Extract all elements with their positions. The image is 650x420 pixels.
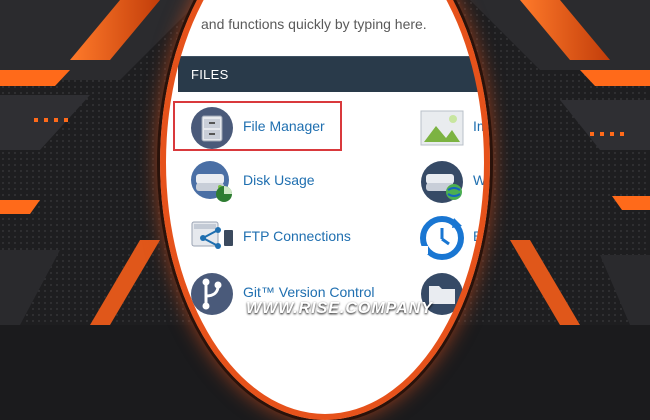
magnifier-ring	[160, 0, 490, 420]
brand-watermark: WWW.RISE.COMPANY	[246, 300, 433, 317]
